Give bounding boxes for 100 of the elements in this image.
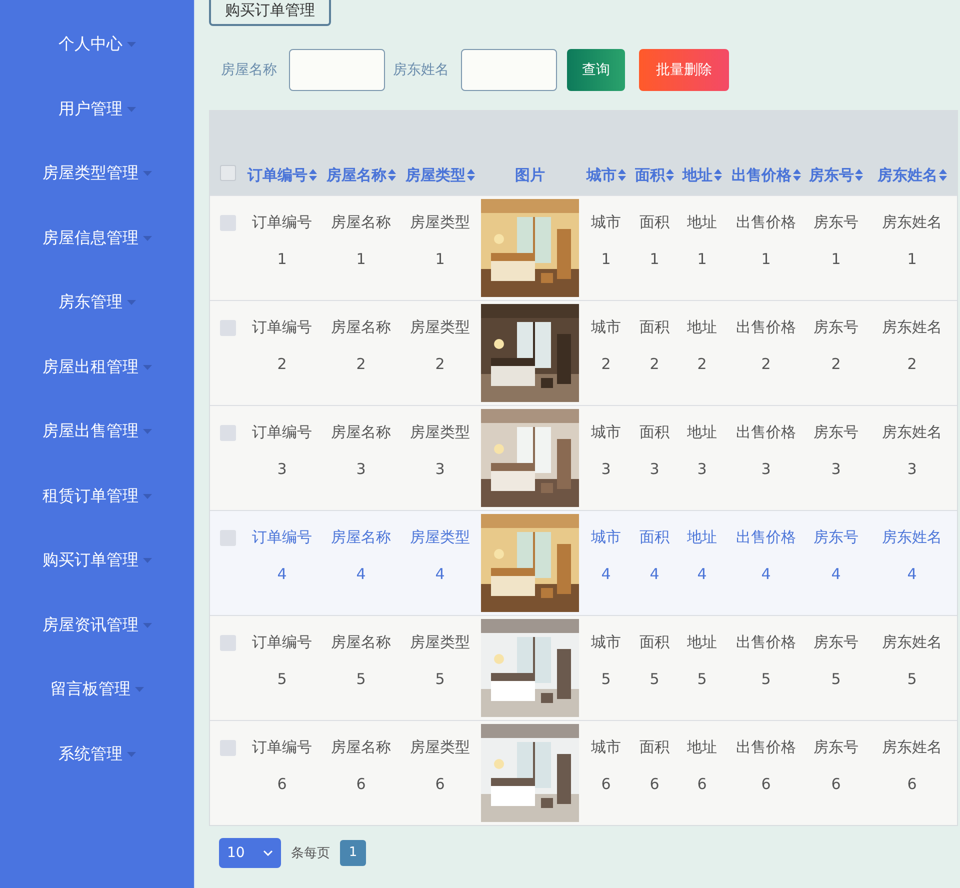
caret-icon <box>126 106 136 112</box>
table-cell: 地址 <box>687 738 717 756</box>
table-cell: 房屋类型 <box>410 528 470 546</box>
sort-icon[interactable] <box>466 169 474 181</box>
table-cell: 城市 <box>591 318 621 336</box>
table-cell: 房屋类型 <box>410 422 470 442</box>
row-checkbox[interactable] <box>220 530 236 546</box>
row-checkbox[interactable] <box>220 424 236 440</box>
table-cell: 3 <box>907 460 917 478</box>
table-cell: 地址 <box>687 318 717 336</box>
table-cell: 房屋名称 <box>331 318 391 336</box>
sidebar-item[interactable]: 购买订单管理 <box>42 544 138 576</box>
column-header[interactable]: 地址 <box>682 166 712 184</box>
table-cell: 房屋类型 <box>410 212 470 232</box>
caret-icon <box>126 42 136 47</box>
table-cell: 2 <box>761 354 771 372</box>
table-cell: 2 <box>277 354 287 372</box>
column-header[interactable]: 房东姓名 <box>878 166 938 184</box>
query-button[interactable]: 查询 <box>567 48 625 90</box>
sort-icon[interactable] <box>792 169 800 181</box>
table-cell: 面积 <box>640 212 670 232</box>
sort-icon[interactable] <box>666 169 674 181</box>
column-header[interactable]: 图片 <box>515 166 545 184</box>
table-cell: 4 <box>356 564 366 582</box>
table-cell: 5 <box>356 670 366 688</box>
table-cell: 1 <box>356 250 366 268</box>
column-header[interactable]: 房屋名称 <box>326 166 386 184</box>
column-header[interactable]: 房屋类型 <box>406 166 466 184</box>
table-cell: 房屋类型 <box>410 318 470 336</box>
table-cell: 4 <box>435 564 445 582</box>
row-checkbox[interactable] <box>220 214 236 230</box>
column-header[interactable]: 房东号 <box>809 166 854 184</box>
table-cell: 房屋名称 <box>331 528 391 546</box>
breadcrumb-button[interactable]: 购买订单管理 <box>209 0 331 26</box>
table-cell: 4 <box>697 564 707 582</box>
sidebar-item[interactable]: 个人中心 <box>58 28 122 60</box>
page-size-select[interactable]: 10 <box>219 838 281 868</box>
page-button[interactable]: 1 <box>340 840 366 866</box>
table-cell: 4 <box>831 564 841 582</box>
sort-icon[interactable] <box>938 169 946 181</box>
table-cell: 3 <box>761 460 771 478</box>
table-cell: 3 <box>697 460 707 478</box>
table-row[interactable]: 订单编号 2 房屋名称 2 房屋类型 2 城市 2 面积 2 地址 2 出售价格 2 房东号 2 房东姓名 2 <box>210 300 957 404</box>
sidebar-item[interactable]: 房东管理 <box>58 286 122 318</box>
delete-button[interactable]: 批量删除 <box>639 48 729 90</box>
table-cell: 1 <box>907 250 917 268</box>
table-cell: 1 <box>831 250 841 268</box>
sort-icon[interactable] <box>714 169 722 181</box>
table-cell: 地址 <box>687 528 717 546</box>
column-header[interactable]: 城市 <box>586 166 616 184</box>
table-cell: 3 <box>356 460 366 478</box>
table-cell: 城市 <box>591 632 621 652</box>
table-cell: 6 <box>435 774 445 792</box>
table-row[interactable]: 订单编号 3 房屋名称 3 房屋类型 3 城市 3 面积 3 地址 3 出售价格 3 房东号 3 房东姓名 3 <box>210 404 957 510</box>
row-checkbox[interactable] <box>220 634 236 650</box>
sort-icon[interactable] <box>308 169 316 181</box>
table-cell: 房屋名称 <box>331 632 391 652</box>
row-checkbox[interactable] <box>220 740 236 756</box>
sidebar-item[interactable]: 留言板管理 <box>50 673 130 705</box>
table-cell: 订单编号 <box>252 212 312 232</box>
table-cell: 5 <box>761 670 771 688</box>
table-cell: 房东姓名 <box>882 632 942 652</box>
table-cell: 出售价格 <box>736 212 796 232</box>
column-header[interactable]: 订单编号 <box>248 166 308 184</box>
sidebar-item[interactable]: 系统管理 <box>58 738 122 770</box>
field-label: 房东姓名 <box>393 60 449 78</box>
table-cell: 出售价格 <box>736 738 796 756</box>
table-cell: 1 <box>601 250 611 268</box>
table-cell: 房屋类型 <box>410 738 470 756</box>
table-cell: 面积 <box>640 318 670 336</box>
sidebar-item[interactable]: 用户管理 <box>58 92 122 124</box>
sort-icon[interactable] <box>618 169 626 181</box>
table-row[interactable]: 订单编号 6 房屋名称 6 房屋类型 6 城市 6 面积 6 地址 6 出售价格 6 房东号 6 房东姓名 6 <box>210 720 957 824</box>
table-cell: 房东姓名 <box>882 738 942 756</box>
search-field[interactable] <box>289 48 385 90</box>
table-row[interactable]: 订单编号 5 房屋名称 5 房屋类型 5 城市 5 面积 5 地址 5 出售价格 5 房东号 5 房东姓名 5 <box>210 614 957 720</box>
table-cell: 5 <box>435 670 445 688</box>
column-header[interactable]: 出售价格 <box>732 166 792 184</box>
table-cell: 订单编号 <box>252 528 312 546</box>
table-cell: 5 <box>601 670 611 688</box>
sidebar-item[interactable]: 房屋出租管理 <box>42 350 138 382</box>
sort-icon[interactable] <box>855 169 863 181</box>
table-cell: 4 <box>907 564 917 582</box>
table-row[interactable]: 订单编号 1 房屋名称 1 房屋类型 1 城市 1 面积 1 地址 1 出售价格 1 房东号 1 房东姓名 1 <box>210 194 957 300</box>
sidebar-item[interactable]: 房屋资讯管理 <box>42 608 138 640</box>
sidebar-item[interactable]: 房屋出售管理 <box>42 415 138 447</box>
search-field[interactable] <box>461 48 557 90</box>
sort-icon[interactable] <box>388 169 396 181</box>
sidebar-item[interactable]: 房屋信息管理 <box>42 222 138 254</box>
table-cell: 3 <box>277 460 287 478</box>
table-cell: 面积 <box>640 738 670 756</box>
table-row[interactable]: 订单编号 4 房屋名称 4 房屋类型 4 城市 4 面积 4 地址 4 出售价格 4 房东号 4 房东姓名 4 <box>210 510 957 614</box>
sidebar-item[interactable]: 租赁订单管理 <box>42 480 138 512</box>
table-cell: 6 <box>356 774 366 792</box>
column-header[interactable]: 面积 <box>635 166 665 184</box>
select-all-checkbox[interactable] <box>220 164 236 180</box>
sidebar-item[interactable]: 房屋类型管理 <box>42 157 138 189</box>
table-cell: 4 <box>601 564 611 582</box>
row-checkbox[interactable] <box>220 320 236 336</box>
table-cell: 1 <box>435 250 445 268</box>
